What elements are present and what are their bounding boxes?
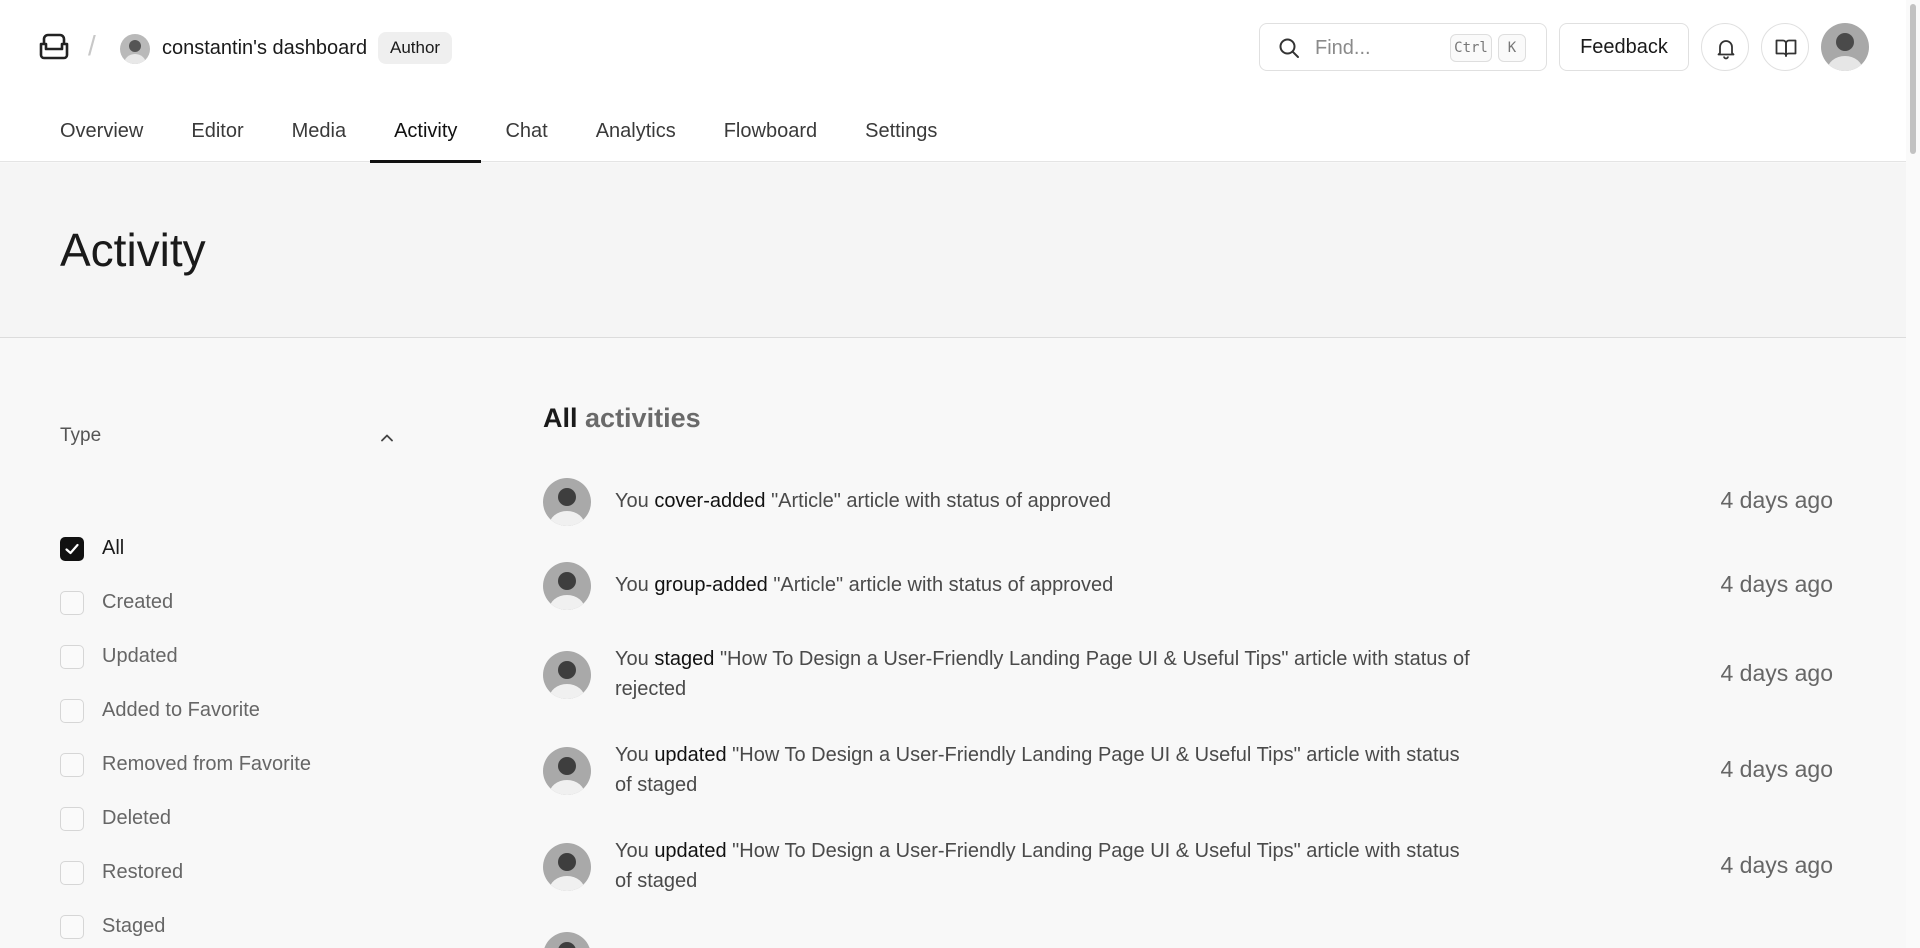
logo-icon[interactable] [38,33,70,61]
activity-time: 4 days ago [1720,756,1833,782]
user-avatar[interactable] [1821,23,1869,71]
avatar[interactable] [543,843,591,891]
activity-detail: "How To Design a User-Friendly Landing P… [615,648,1470,700]
filter-label: Staged [102,915,166,937]
page-title: Activity [60,224,206,276]
activity-actor: You [615,744,649,766]
list-item: You group-added "Article" article with s… [543,562,1833,612]
filter-label: Updated [102,645,178,667]
activity-text: You cover-added "Article" article with s… [615,486,1475,516]
notifications-button[interactable] [1701,23,1749,71]
activity-text: You updated "How To Design a User-Friend… [615,836,1475,896]
activity-actor: You [615,490,649,512]
top-bar: / constantin's dashboard Author Find... … [0,0,1906,163]
activity-time: 4 days ago [1720,660,1833,686]
filter-label: Deleted [102,807,171,829]
avatar[interactable] [543,747,591,795]
activity-detail: "How To Design a User-Friendly Landing P… [615,840,1460,892]
main-tabs: Overview Editor Media Activity Chat Anal… [36,110,961,163]
shortcut-ctrl-key: Ctrl [1450,34,1492,62]
activity-verb: updated [654,840,727,862]
list-item: You updated "How To Design a User-Friend… [543,836,1833,900]
activity-text: You updated "How To Design a User-Friend… [615,740,1475,800]
checkbox[interactable] [60,861,84,885]
activity-verb: cover-added [654,490,766,512]
tab-activity[interactable]: Activity [370,110,482,163]
avatar[interactable] [543,932,591,948]
breadcrumb-separator: / [88,30,96,61]
search-icon [1279,38,1299,58]
tab-analytics[interactable]: Analytics [572,110,700,162]
type-filter-toggle[interactable]: Type [60,425,396,455]
checkbox[interactable] [60,699,84,723]
list-item: You updated "How To Design a User-Friend… [543,740,1833,804]
feedback-button[interactable]: Feedback [1559,23,1689,71]
type-filter-title: Type [60,425,102,446]
list-item: You cover-added "Article" article with s… [543,478,1833,528]
tab-chat[interactable]: Chat [481,110,571,162]
activities-heading-muted: activities [585,403,701,433]
list-item: You staged "How To Design a User-Friendl… [543,644,1833,708]
filter-label: Restored [102,861,184,883]
activities-heading-strong: All [543,403,578,433]
role-badge: Author [378,32,453,64]
filter-label: All [102,537,125,559]
activity-detail: "How To Design a User-Friendly Landing P… [615,744,1460,796]
checkbox[interactable] [60,753,84,777]
tab-media[interactable]: Media [268,110,370,162]
activity-actor: You [615,648,649,670]
checkbox[interactable] [60,915,84,939]
activity-detail: "Article" article with status of approve… [771,490,1111,512]
book-open-icon [1775,39,1797,57]
activity-verb: staged [654,648,715,670]
list-item [543,932,1833,948]
activity-time: 4 days ago [1720,852,1833,878]
activity-verb: updated [654,744,727,766]
filter-label: Removed from Favorite [102,753,311,775]
activity-actor: You [615,574,649,596]
chevron-up-icon [381,434,393,442]
page-scrollbar[interactable] [1906,0,1920,948]
activity-time: 4 days ago [1720,487,1833,513]
docs-button[interactable] [1761,23,1809,71]
activity-actor: You [615,840,649,862]
filter-label: Created [102,591,174,613]
shortcut-k-key: K [1498,34,1526,62]
avatar[interactable] [543,478,591,526]
team-name[interactable]: constantin's dashboard [162,37,367,60]
avatar[interactable] [543,651,591,699]
tab-overview[interactable]: Overview [36,110,167,162]
checkbox[interactable] [60,645,84,669]
activity-text: You staged "How To Design a User-Friendl… [615,644,1475,704]
search-placeholder: Find... [1315,37,1371,59]
bell-icon [1717,40,1735,60]
checkbox[interactable] [60,537,84,561]
activity-time: 4 days ago [1720,571,1833,597]
activity-verb: group-added [654,574,768,596]
check-icon [65,543,79,555]
checkbox[interactable] [60,807,84,831]
page-header: Activity [0,163,1906,338]
filter-label: Added to Favorite [102,699,260,721]
avatar[interactable] [543,562,591,610]
tab-editor[interactable]: Editor [167,110,267,162]
activities-heading: All activities [543,403,701,434]
activity-text: You group-added "Article" article with s… [615,570,1475,600]
tab-flowboard[interactable]: Flowboard [700,110,841,162]
scrollbar-thumb[interactable] [1910,4,1916,154]
tab-settings[interactable]: Settings [841,110,961,162]
team-avatar[interactable] [120,34,150,64]
search-box[interactable]: Find... Ctrl K [1259,23,1547,71]
activity-detail: "Article" article with status of approve… [773,574,1114,596]
checkbox[interactable] [60,591,84,615]
